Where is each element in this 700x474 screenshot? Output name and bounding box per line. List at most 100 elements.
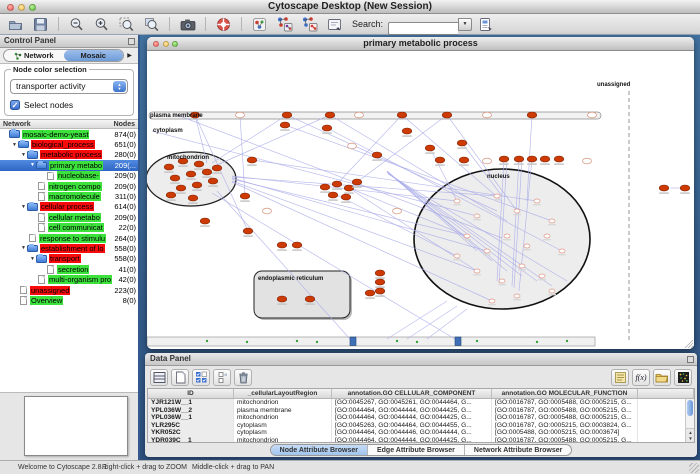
graph-node[interactable] (457, 140, 467, 146)
graph-node[interactable] (212, 165, 222, 171)
graph-node[interactable] (277, 242, 287, 248)
graph-node-unselected[interactable] (489, 299, 495, 303)
function-builder-icon[interactable]: f(x) (632, 369, 650, 386)
graph-node-small[interactable] (536, 341, 538, 343)
scrollbar-arrows[interactable]: ▲▼ (686, 428, 695, 442)
graph-node-unselected[interactable] (534, 199, 540, 203)
new-network-from-selected-edges-icon[interactable] (298, 15, 321, 33)
graph-node-small[interactable] (246, 341, 248, 343)
select-nodes-checkbox[interactable]: ✓ (10, 100, 20, 110)
graph-node-unselected[interactable] (514, 294, 520, 298)
graph-node-unselected[interactable] (483, 158, 492, 164)
tree-row[interactable]: ▼cellular process614(0) (0, 202, 138, 212)
tree-row[interactable]: nitrogen compo209(0) (0, 181, 138, 191)
graph-node-unselected[interactable] (549, 219, 555, 223)
table-cell[interactable]: [GO:0016787, GO:0005488, GO:0005215, G..… (492, 407, 638, 415)
import-network-icon[interactable] (474, 15, 497, 33)
table-cell[interactable]: [GO:0016787, GO:0005488, GO:0005215, G..… (492, 399, 638, 407)
help-icon[interactable] (212, 15, 235, 33)
graph-node[interactable] (375, 288, 385, 294)
graph-node[interactable] (435, 157, 445, 163)
graph-node[interactable] (527, 156, 537, 162)
matrix-editor-icon[interactable] (674, 369, 692, 386)
graph-node[interactable] (341, 194, 351, 200)
graph-node-unselected[interactable] (524, 244, 530, 248)
select-attributes-icon[interactable] (192, 369, 210, 386)
tree-row[interactable]: ▼metabolic process280(0) (0, 150, 138, 160)
tab-node-attribute-browser[interactable]: Node Attribute Browser (271, 445, 368, 455)
graph-node-small[interactable] (566, 340, 568, 342)
graph-edge[interactable] (387, 301, 447, 339)
delete-attribute-icon[interactable] (234, 369, 252, 386)
tree-row[interactable]: multi-organism pro42(0) (0, 274, 138, 284)
table-cell[interactable]: [GO:0016787, GO:0005488, GO:0005215, G..… (492, 414, 638, 422)
graph-node-small[interactable] (316, 341, 318, 343)
graph-node[interactable] (365, 290, 375, 296)
graph-node[interactable] (320, 184, 330, 190)
disclosure-triangle-icon[interactable]: ▼ (11, 142, 18, 148)
disclosure-triangle-icon[interactable]: ▼ (20, 204, 27, 210)
graph-node-unselected[interactable] (454, 254, 460, 258)
table-cell[interactable]: cytoplasm (234, 422, 332, 430)
attribute-batch-editor-icon[interactable] (611, 369, 629, 386)
graph-node-unselected[interactable] (393, 208, 402, 214)
table-cell[interactable]: YLR295C (148, 422, 234, 430)
tree-row[interactable]: ▼transport558(0) (0, 254, 138, 264)
graph-node-unselected[interactable] (504, 234, 510, 238)
graph-node[interactable] (280, 122, 290, 128)
graph-node[interactable] (659, 185, 669, 191)
graph-edge[interactable] (349, 115, 447, 188)
table-row[interactable]: YPL036W__2plasma membrane[GO:0044464, GO… (148, 407, 694, 415)
graph-node[interactable] (202, 169, 212, 175)
zoom-in-icon[interactable] (90, 15, 113, 33)
graph-node[interactable] (352, 179, 362, 185)
table-cell[interactable]: YDR039C__1 (148, 437, 234, 444)
table-cell[interactable]: [GO:0016787, GO:0005215, GO:0003824, G..… (492, 422, 638, 430)
unselect-attributes-icon[interactable] (213, 369, 231, 386)
table-cell[interactable]: [GO:0045263, GO:0044464, GO:0044455, G..… (332, 422, 492, 430)
table-cell[interactable]: plasma membrane (234, 407, 332, 415)
graph-node[interactable] (247, 157, 257, 163)
search-input[interactable] (388, 22, 458, 35)
graph-node[interactable] (200, 218, 210, 224)
graph-node[interactable] (397, 112, 407, 118)
table-cell[interactable]: mitochondrion (234, 399, 332, 407)
tree-row[interactable]: cell communicat22(0) (0, 223, 138, 233)
graph-node[interactable] (325, 112, 335, 118)
scrollbar-thumb[interactable] (687, 400, 693, 416)
graph-node[interactable] (344, 185, 354, 191)
column-layout-icon[interactable] (150, 369, 168, 386)
tree-row[interactable]: mosaic-demo-yeast874(0) (0, 129, 138, 139)
tree-row[interactable]: unassigned223(0) (0, 285, 138, 295)
graph-node-unselected[interactable] (583, 158, 592, 164)
network-window-titlebar[interactable]: primary metabolic process (147, 37, 694, 51)
graph-node-unselected[interactable] (484, 249, 490, 253)
open-session-icon[interactable] (4, 15, 27, 33)
graph-node[interactable] (372, 152, 382, 158)
table-cell[interactable]: YKR052C (148, 429, 234, 437)
save-session-icon[interactable] (29, 15, 52, 33)
graph-node-unselected[interactable] (588, 112, 597, 118)
table-column-header[interactable]: ID (148, 389, 234, 398)
table-cell[interactable]: [GO:0005488, GO:0005215, GO:0003674] (492, 429, 638, 437)
graph-node[interactable] (375, 270, 385, 276)
tree-row[interactable]: cellular metabo209(0) (0, 212, 138, 222)
tab-edge-attribute-browser[interactable]: Edge Attribute Browser (368, 445, 465, 455)
tab-mosaic[interactable]: Mosaic (64, 50, 124, 61)
graph-node[interactable] (243, 228, 253, 234)
table-column-header[interactable]: _cellularLayoutRegion (234, 389, 332, 398)
table-cell[interactable]: [GO:0044464, GO:0044444, GO:0044425, G..… (332, 414, 492, 422)
table-row[interactable]: YPL036W__1mitochondrion[GO:0044464, GO:0… (148, 414, 694, 422)
table-cell[interactable]: YPL036W__1 (148, 414, 234, 422)
table-row[interactable]: YDR039C__1mitochondrion[GO:0044464, GO:0… (148, 437, 694, 444)
graph-node-small[interactable] (206, 340, 208, 342)
nodes-column-header[interactable]: Nodes (100, 120, 138, 128)
import-attributes-icon[interactable] (653, 369, 671, 386)
vizmapper-icon[interactable] (248, 15, 271, 33)
graph-node-unselected[interactable] (499, 279, 505, 283)
table-cell[interactable]: mitochondrion (234, 437, 332, 444)
graph-node-small[interactable] (296, 340, 298, 342)
new-network-from-selected-nodes-icon[interactable] (273, 15, 296, 33)
tab-network[interactable]: Network (4, 50, 64, 61)
graph-node[interactable] (277, 296, 287, 302)
